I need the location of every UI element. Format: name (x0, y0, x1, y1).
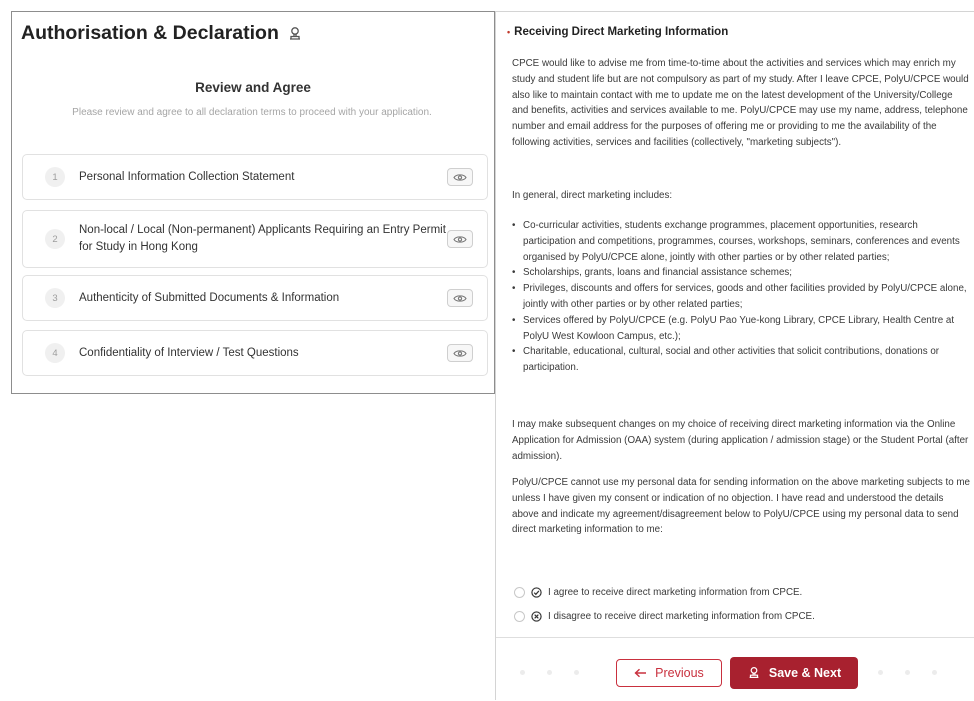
changes-paragraph: I may make subsequent changes on my choi… (512, 419, 969, 462)
disagree-option[interactable]: I disagree to receive direct marketing i… (514, 611, 815, 622)
step-number: 3 (45, 288, 65, 308)
declaration-card: Authorisation & Declaration Review and A… (11, 11, 495, 394)
declaration-label: Non-local / Local (Non-permanent) Applic… (79, 224, 446, 253)
arrow-left-icon (634, 668, 647, 678)
stamp-icon (289, 26, 300, 40)
decorative-dot (574, 670, 579, 675)
declaration-item-confidentiality[interactable]: 4 Confidentiality of Interview / Test Qu… (22, 330, 488, 376)
section-title: • Receiving Direct Marketing Information (507, 26, 729, 38)
consent-paragraph: PolyU/CPCE cannot use my personal data f… (512, 477, 970, 536)
declaration-item-pics[interactable]: 1 Personal Information Collection Statem… (22, 154, 488, 200)
declaration-label: Personal Information Collection Statemen… (79, 170, 295, 183)
disagree-label: I disagree to receive direct marketing i… (548, 611, 815, 622)
review-subtitle: Please review and agree to all declarati… (72, 107, 432, 118)
declaration-label: Confidentiality of Interview / Test Ques… (79, 346, 299, 359)
cross-circle-icon (531, 611, 542, 622)
list-item: Privileges, discounts and offers for ser… (512, 281, 970, 313)
save-next-button[interactable]: Save & Next (730, 657, 858, 689)
agree-option[interactable]: I agree to receive direct marketing info… (514, 587, 802, 598)
list-item: Services offered by PolyU/CPCE (e.g. Pol… (512, 313, 970, 345)
declaration-detail-panel: • Receiving Direct Marketing Information… (495, 11, 974, 701)
review-heading: Review and Agree (195, 80, 311, 95)
eye-icon (453, 235, 467, 243)
check-circle-icon (531, 587, 542, 598)
step-number: 4 (45, 343, 65, 363)
declaration-label: Authenticity of Submitted Documents & In… (79, 291, 340, 304)
decorative-dot (905, 670, 910, 675)
list-item: Scholarships, grants, loans and financia… (512, 265, 970, 281)
list-item: Charitable, educational, cultural, socia… (512, 344, 970, 376)
eye-icon (453, 173, 467, 181)
decorative-dot (520, 670, 525, 675)
disagree-radio[interactable] (514, 611, 525, 622)
declaration-item-authenticity[interactable]: 3 Authenticity of Submitted Documents & … (22, 275, 488, 321)
eye-icon (453, 349, 467, 357)
intro-paragraph: CPCE would like to advise me from time-t… (512, 58, 969, 148)
marketing-list: Co-curricular activities, students excha… (512, 218, 970, 376)
decorative-dot (547, 670, 552, 675)
page-title: Authorisation & Declaration (21, 22, 303, 45)
list-item: Co-curricular activities, students excha… (512, 218, 970, 265)
stamp-icon (749, 666, 759, 678)
detail-scroll-area[interactable]: • Receiving Direct Marketing Information… (496, 12, 974, 637)
decorative-dot (932, 670, 937, 675)
view-button[interactable] (447, 289, 473, 307)
agree-label: I agree to receive direct marketing info… (548, 587, 803, 598)
view-button[interactable] (447, 230, 473, 248)
decorative-dot (878, 670, 883, 675)
step-number: 2 (45, 229, 65, 249)
agree-radio[interactable] (514, 587, 525, 598)
view-button[interactable] (447, 344, 473, 362)
step-number: 1 (45, 167, 65, 187)
previous-button[interactable]: Previous (616, 659, 722, 687)
eye-icon (453, 294, 467, 302)
declaration-item-entry-permit[interactable]: 2 Non-local / Local (Non-permanent) Appl… (22, 210, 488, 268)
view-button[interactable] (447, 168, 473, 186)
list-intro: In general, direct marketing includes: (512, 190, 673, 201)
required-marker: • (507, 27, 511, 37)
